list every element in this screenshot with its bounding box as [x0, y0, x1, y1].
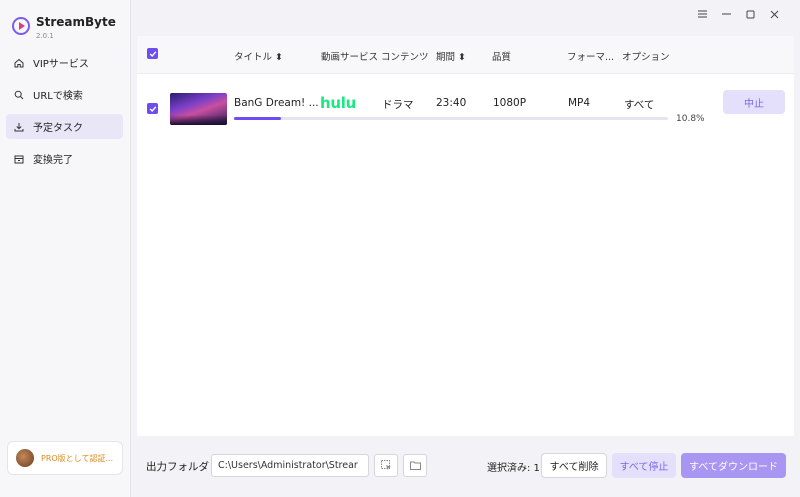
download-progress-fill	[234, 117, 281, 120]
download-icon	[14, 122, 24, 132]
row-checkbox[interactable]	[147, 103, 158, 114]
archive-icon	[14, 154, 24, 164]
sidebar: StreamByte 2.0.1 VIPサービス URLで検索 予定タスク 変換…	[0, 0, 131, 497]
delete-all-button[interactable]: すべて削除	[541, 453, 607, 478]
format[interactable]: MP4	[568, 97, 590, 109]
column-format: フォーマ...	[567, 52, 615, 63]
select-all-checkbox[interactable]	[147, 48, 158, 59]
avatar	[16, 449, 34, 467]
pro-activation-label: PRO版として認証...	[41, 453, 114, 463]
video-thumbnail	[170, 93, 227, 125]
search-icon	[14, 90, 24, 100]
select-folder-icon	[380, 460, 391, 470]
app-name: StreamByte	[36, 15, 116, 29]
download-all-button[interactable]: すべてダウンロード	[681, 453, 786, 478]
menu-icon[interactable]	[690, 7, 714, 21]
download-progress-bar	[234, 117, 668, 120]
video-title: BanG Dream! ...	[234, 97, 319, 109]
output-folder-label: 出力フォルダ	[146, 461, 209, 473]
sidebar-item-label: 予定タスク	[33, 123, 83, 134]
sidebar-item-label: VIPサービス	[33, 59, 89, 70]
duration: 23:40	[436, 97, 467, 109]
sidebar-item-label: URLで検索	[33, 91, 83, 102]
sidebar-item-vip[interactable]: VIPサービス	[6, 50, 123, 75]
options[interactable]: すべて	[624, 97, 654, 112]
column-content: コンテンツ	[381, 52, 429, 63]
folder-icon	[409, 461, 421, 470]
sort-icon: ⬍	[275, 52, 284, 63]
table-header: タイトル ⬍ 動画サービス コンテンツ 期間 ⬍ 品質 フォーマ... オプショ…	[137, 36, 794, 74]
app-logo-icon	[12, 17, 30, 35]
table-row: BanG Dream! ... hulu ドラマ 23:40 1080P MP4…	[137, 84, 794, 132]
sidebar-nav: VIPサービス URLで検索 予定タスク 変換完了	[6, 50, 123, 178]
choose-folder-button[interactable]	[374, 454, 398, 477]
main-area: タイトル ⬍ 動画サービス コンテンツ 期間 ⬍ 品質 フォーマ... オプショ…	[131, 0, 800, 497]
column-service: 動画サービス	[321, 52, 379, 63]
maximize-icon[interactable]	[738, 7, 762, 21]
service-logo-hulu: hulu	[320, 94, 356, 112]
output-path-field[interactable]: C:\Users\Administrator\Strear	[211, 454, 369, 477]
footer-bar: 出力フォルダ C:\Users\Administrator\Strear 選択済…	[137, 446, 794, 486]
minimize-icon[interactable]	[714, 7, 738, 21]
window-controls	[690, 7, 786, 21]
task-list-panel: タイトル ⬍ 動画サービス コンテンツ 期間 ⬍ 品質 フォーマ... オプショ…	[137, 36, 794, 436]
column-duration[interactable]: 期間 ⬍	[436, 49, 466, 63]
selected-count: 選択済み: 1	[487, 463, 540, 474]
pro-activation-button[interactable]: PRO版として認証...	[7, 441, 123, 475]
sidebar-item-scheduled-tasks[interactable]: 予定タスク	[6, 114, 123, 139]
close-icon[interactable]	[762, 7, 786, 21]
open-folder-button[interactable]	[403, 454, 427, 477]
column-options: オプション	[622, 52, 670, 63]
sidebar-item-converted[interactable]: 変換完了	[6, 146, 123, 171]
content-type: ドラマ	[382, 99, 414, 111]
sidebar-item-label: 変換完了	[33, 155, 73, 166]
quality: 1080P	[493, 97, 527, 109]
column-title[interactable]: タイトル ⬍	[234, 49, 283, 63]
app-version: 2.0.1	[36, 32, 54, 40]
stop-button[interactable]: 中止	[723, 90, 785, 114]
sort-icon: ⬍	[458, 52, 467, 63]
home-icon	[14, 58, 24, 68]
sidebar-item-url-search[interactable]: URLで検索	[6, 82, 123, 107]
download-progress-text: 10.8%	[676, 114, 705, 124]
column-quality: 品質	[492, 52, 512, 63]
stop-all-button[interactable]: すべて停止	[612, 453, 676, 478]
brand: StreamByte 2.0.1	[12, 15, 116, 40]
